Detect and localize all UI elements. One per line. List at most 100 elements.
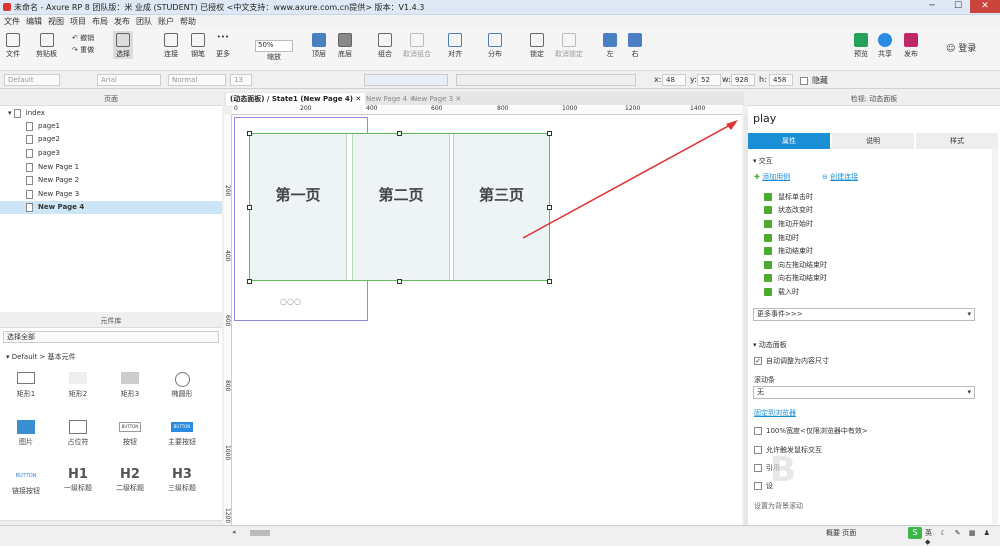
page-card-2[interactable]: 第二页 [352, 133, 450, 281]
add-case-link[interactable]: ✚ 添加用例 [754, 172, 790, 182]
menu-view[interactable]: 视图 [48, 15, 64, 29]
scrollbar-select[interactable]: 无 ▾ [753, 386, 975, 399]
hidden-checkbox[interactable]: 隐藏 [800, 75, 828, 86]
group-button[interactable]: 组合 [378, 31, 392, 59]
redo-button[interactable]: ↷ 重做 [72, 45, 94, 55]
y-input[interactable]: 52 [697, 74, 721, 86]
event-item[interactable]: 向右拖动结束时 [764, 273, 827, 283]
menu-file[interactable]: 文件 [4, 15, 20, 29]
tab-dynamic-panel-state[interactable]: (动态面板) / State1 (New Page 4) ✕ [226, 93, 366, 105]
distribute-button[interactable]: 分布 [488, 31, 502, 59]
maximize-button[interactable]: ☐ [944, 0, 972, 13]
font-select[interactable]: Arial [97, 74, 161, 86]
page-item-page2[interactable]: page2 [0, 133, 222, 146]
tab-style[interactable]: 样式 [916, 133, 998, 149]
event-item[interactable]: 拖动开始时 [764, 219, 813, 229]
fill-border-controls[interactable] [456, 74, 636, 86]
widget-rect1[interactable]: 矩形1 [2, 372, 50, 399]
send-bottom-button[interactable]: 底层 [338, 31, 352, 59]
minimize-button[interactable]: ─ [918, 0, 946, 13]
align-button[interactable]: 对齐 [448, 31, 462, 59]
page-card-1[interactable]: 第一页 [249, 133, 347, 281]
auto-fit-checkbox[interactable]: ✓ 自动调整为内容尺寸 [754, 356, 829, 366]
lock-button[interactable]: 锁定 [530, 31, 544, 59]
event-item[interactable]: 向左拖动结束时 [764, 260, 827, 270]
publish-button[interactable]: 发布 [904, 31, 918, 59]
preview-button[interactable]: 预览 [854, 31, 868, 59]
page-item-page3[interactable]: page3 [0, 147, 222, 160]
resize-handle[interactable] [247, 279, 252, 284]
login-button[interactable]: ☺ 登录 [946, 41, 976, 54]
scroll-left-arrow[interactable]: ◂ [232, 528, 236, 536]
file-button[interactable]: 文件 [6, 31, 20, 59]
widget-ellipse[interactable]: 椭圆形 [158, 372, 206, 399]
page-item-page1[interactable]: page1 [0, 120, 222, 133]
resize-handle[interactable] [247, 205, 252, 210]
event-item[interactable]: 拖动结束时 [764, 246, 813, 256]
w-input[interactable]: 928 [731, 74, 755, 86]
page-item-new-page-3[interactable]: New Page 3 [0, 188, 222, 201]
weight-select[interactable]: Normal [168, 74, 226, 86]
zoom-select[interactable]: 50% 缩放 [255, 31, 293, 62]
pin-to-browser-link[interactable]: 固定到浏览器 [754, 408, 796, 418]
resize-handle[interactable] [547, 279, 552, 284]
horizontal-scroll-thumb[interactable] [250, 530, 270, 536]
bring-top-button[interactable]: 顶层 [312, 31, 326, 59]
tab-new-page-3[interactable]: New Page 3 ✕ [408, 93, 465, 105]
event-item[interactable]: 拖动时 [764, 233, 799, 243]
widget-h2[interactable]: H2 二级标题 [106, 467, 154, 493]
dynamic-panel-section[interactable]: ▾ 动态面板 [753, 340, 787, 350]
tab-properties[interactable]: 属性 [748, 133, 830, 149]
event-item[interactable]: 状态改变时 [764, 205, 813, 215]
create-link-link[interactable]: ⊖ 创建连接 [822, 172, 858, 182]
more-events-select[interactable]: 更多事件>>> ▾ [753, 308, 975, 321]
right-button[interactable]: 右 [628, 31, 642, 59]
h-input[interactable]: 458 [769, 74, 793, 86]
page-item-index[interactable]: ▾ index [0, 107, 222, 120]
page-item-new-page-2[interactable]: New Page 2 [0, 174, 222, 187]
outline-tab[interactable]: 概要 页面 [826, 528, 856, 538]
widget-name-field[interactable]: play [753, 112, 776, 125]
share-button[interactable]: 共享 [878, 31, 892, 59]
pen-button[interactable]: 钢笔 [191, 31, 205, 59]
menu-help[interactable]: 帮助 [180, 15, 196, 29]
resize-handle[interactable] [247, 131, 252, 136]
event-item[interactable]: 鼠标单击时 [764, 192, 813, 202]
x-input[interactable]: 48 [662, 74, 686, 86]
widget-image[interactable]: 图片 [2, 420, 50, 447]
font-size-select[interactable]: 13 [230, 74, 252, 86]
widget-placeholder[interactable]: 占位符 [54, 420, 102, 447]
undo-button[interactable]: ↶ 撤销 [72, 33, 94, 43]
style-select[interactable]: Default [4, 74, 60, 86]
event-item[interactable]: 载入时 [764, 287, 799, 297]
resize-handle[interactable] [397, 131, 402, 136]
text-align-group[interactable] [364, 74, 448, 86]
interaction-section[interactable]: ▾ 交互 [753, 156, 773, 166]
widget-button[interactable]: BUTTON 按钮 [106, 420, 154, 447]
clipboard-button[interactable]: 剪贴板 [36, 31, 57, 59]
inspector-scrollbar[interactable] [992, 148, 998, 524]
ungroup-button[interactable]: 取消组合 [403, 31, 431, 59]
left-button[interactable]: 左 [603, 31, 617, 59]
menu-team[interactable]: 团队 [136, 15, 152, 29]
full-width-checkbox[interactable]: 100%宽度<仅限浏览器中有效> [754, 426, 868, 436]
unlock-button[interactable]: 取消锁定 [555, 31, 583, 59]
menu-edit[interactable]: 编辑 [26, 15, 42, 29]
connect-button[interactable]: 连接 [164, 31, 178, 59]
ime-tray-icons[interactable]: 英 ☾ ✎ ▦ ♟ ◆ [925, 528, 1000, 546]
page-item-new-page-4[interactable]: New Page 4 [0, 201, 222, 214]
menu-account[interactable]: 账户 [158, 15, 174, 29]
library-group-label[interactable]: ▾ Default > 基本元件 [6, 352, 76, 362]
menu-layout[interactable]: 布局 [92, 15, 108, 29]
library-select[interactable]: 选择全部 [3, 331, 219, 343]
page-item-new-page-1[interactable]: New Page 1 [0, 161, 222, 174]
resize-handle[interactable] [397, 279, 402, 284]
close-button[interactable]: ✕ [970, 0, 1000, 13]
tab-notes[interactable]: 说明 [832, 133, 914, 149]
widget-primary-button[interactable]: BUTTON 主要按钮 [158, 420, 206, 447]
widget-link-button[interactable]: BUTTON 链接按钮 [2, 470, 50, 496]
ime-icon[interactable]: S [908, 527, 922, 539]
select-button[interactable]: 选择 [113, 31, 133, 59]
widget-h3[interactable]: H3 三级标题 [158, 467, 206, 493]
widget-rect3[interactable]: 矩形3 [106, 372, 154, 399]
